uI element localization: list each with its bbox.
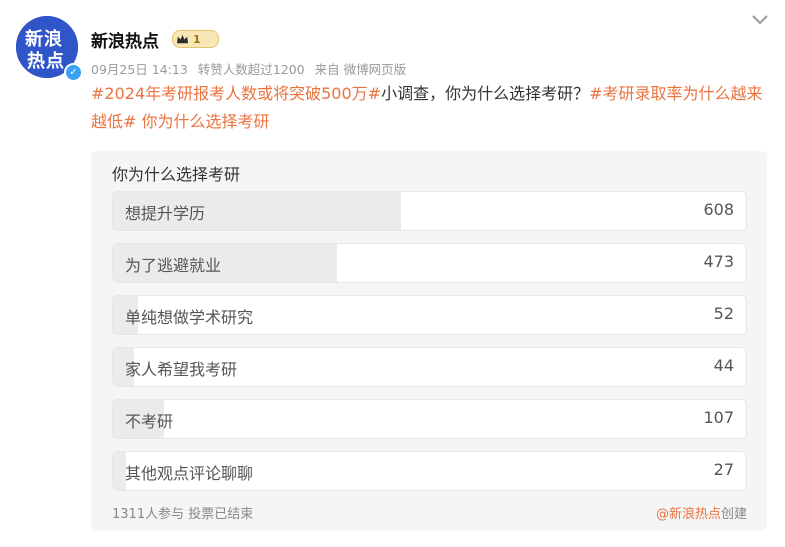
poll-option[interactable]: 家人希望我考研 44: [112, 347, 747, 387]
avatar-text-line2: 热点: [27, 51, 65, 72]
hashtag-link[interactable]: 你为什么选择考研: [136, 112, 270, 131]
poll-option-label: 其他观点评论聊聊: [125, 464, 254, 483]
poll-option[interactable]: 不考研 107: [112, 399, 747, 439]
poll-option[interactable]: 为了逃避就业 473: [112, 243, 747, 283]
user-level-badge[interactable]: 1: [172, 30, 219, 48]
poll-option-label: 不考研: [125, 412, 174, 431]
crown-icon: [176, 34, 189, 43]
poll-card: 你为什么选择考研 想提升学历 608 为了逃避就业 473 单纯想做学术研究 5…: [91, 151, 767, 531]
post-source: 来自 微博网页版: [314, 62, 407, 77]
poll-option-count: 52: [713, 304, 734, 323]
poll-option-count: 473: [703, 252, 734, 271]
poll-option-label: 为了逃避就业: [125, 256, 222, 275]
username[interactable]: 新浪热点: [91, 27, 159, 52]
verified-check-icon: ✓: [64, 63, 83, 82]
post-meta: 09月25日 14:13 转赞人数超过1200 来自 微博网页版: [91, 59, 412, 78]
avatar[interactable]: 新浪 热点 ✓: [16, 16, 83, 82]
weibo-post: 新浪 热点 ✓ 新浪热点 1 09月25日 14:13 转赞人数超过1200 来…: [0, 0, 785, 547]
poll-option-label: 家人希望我考研: [125, 360, 238, 379]
post-text: 小调查，你为什么选择考研？: [381, 84, 590, 103]
poll-creator-link[interactable]: @新浪热点: [656, 507, 721, 522]
poll-option[interactable]: 其他观点评论聊聊 27: [112, 451, 747, 491]
post-reposts: 转赞人数超过1200: [197, 62, 305, 77]
poll-option-count: 44: [713, 356, 734, 375]
user-level-number: 1: [193, 32, 201, 46]
poll-option-label: 单纯想做学术研究: [125, 308, 254, 327]
poll-title: 你为什么选择考研: [112, 165, 241, 184]
post-content: #2024年考研报考人数或将突破500万#小调查，你为什么选择考研？#考研录取率…: [91, 80, 771, 136]
hashtag-link[interactable]: #2024年考研报考人数或将突破500万#: [91, 84, 381, 103]
poll-option-bar: [113, 452, 126, 490]
post-time[interactable]: 09月25日 14:13: [91, 62, 188, 77]
poll-option-count: 107: [703, 408, 734, 427]
poll-creator: @新浪热点创建: [656, 503, 747, 522]
poll-option-count: 608: [703, 200, 734, 219]
poll-option[interactable]: 想提升学历 608: [112, 191, 747, 231]
chevron-down-icon[interactable]: [751, 13, 769, 27]
poll-option-count: 27: [713, 460, 734, 479]
poll-participation: 1311人参与 投票已结束: [112, 507, 254, 522]
poll-creator-suffix: 创建: [720, 507, 747, 522]
poll-option[interactable]: 单纯想做学术研究 52: [112, 295, 747, 335]
poll-option-label: 想提升学历: [125, 204, 206, 223]
